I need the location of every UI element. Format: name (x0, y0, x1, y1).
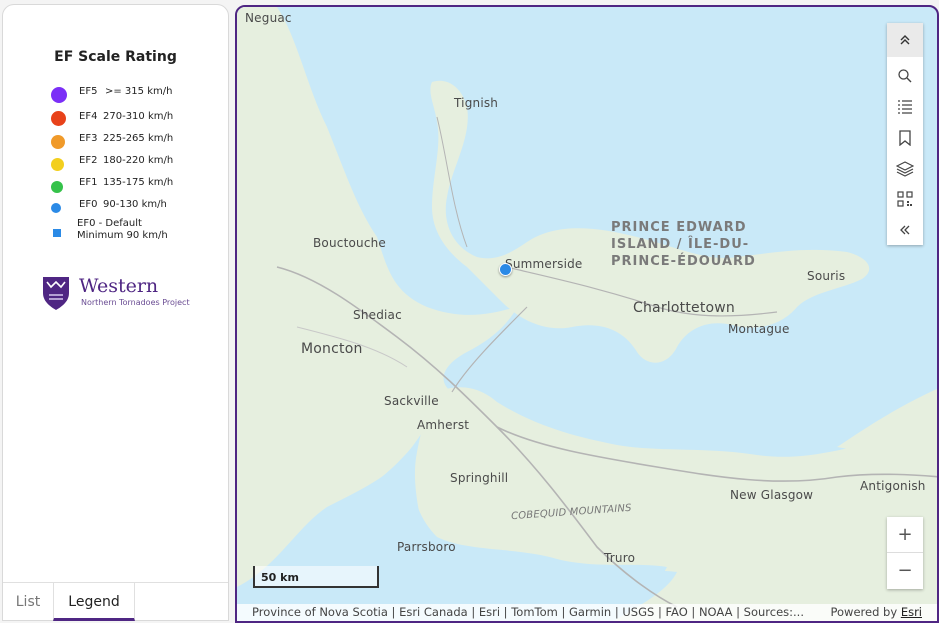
scale-bar: 50 km (253, 566, 379, 588)
legend-rating: EF4 (79, 111, 98, 122)
legend-range: 180-220 km/h (103, 155, 174, 166)
place-label: Neguac (245, 11, 292, 25)
attribution-bar: Province of Nova Scotia | Esri Canada | … (237, 604, 937, 621)
zoom-in-button[interactable]: + (887, 517, 923, 553)
bookmarks-button[interactable] (887, 123, 923, 153)
logo-subtitle: Northern Tornadoes Project (81, 298, 190, 307)
legend-rating: EF1 (79, 177, 98, 188)
place-label: Moncton (301, 341, 363, 357)
place-label: Springhill (450, 471, 509, 485)
ef0-default-symbol-icon (53, 229, 61, 237)
powered-by-label: Powered by (830, 605, 898, 619)
shield-icon (43, 277, 69, 310)
powered-by: Powered by Esri (831, 604, 923, 621)
place-label: Sackville (384, 394, 439, 408)
qr-code-icon (897, 191, 913, 207)
place-label: Parrsboro (397, 540, 456, 554)
legend-rating: EF0 (79, 199, 98, 210)
scale-label: 50 km (261, 571, 299, 584)
collapse-toolbar-button[interactable] (887, 23, 923, 57)
basemap (237, 7, 937, 621)
tab-list[interactable]: List (3, 583, 53, 621)
tornado-marker[interactable] (499, 263, 512, 276)
legend-item-ef4: EF4 270-310 km/h (51, 111, 173, 126)
place-label: Souris (807, 269, 846, 283)
tab-legend[interactable]: Legend (53, 583, 135, 621)
bookmark-icon (899, 130, 911, 146)
legend-range: Minimum 90 km/h (77, 230, 168, 241)
zoom-out-button[interactable]: − (887, 553, 923, 589)
logo-wordmark: Western (79, 275, 159, 297)
legend-rating: EF3 (79, 133, 98, 144)
place-label: Amherst (417, 418, 470, 432)
zoom-control: + − (887, 517, 923, 589)
ef3-symbol-icon (51, 135, 65, 149)
place-label: Charlottetown (633, 300, 736, 316)
western-logo: Western Northern Tornadoes Project (41, 275, 201, 315)
legend-item-ef5: EF5 >= 315 km/h (51, 86, 172, 103)
ef4-symbol-icon (51, 111, 66, 126)
expand-panel-button[interactable] (887, 215, 923, 245)
esri-link[interactable]: Esri (901, 605, 922, 619)
place-label: Bouctouche (313, 236, 387, 250)
place-label: New Glasgow (730, 488, 814, 502)
legend-item-ef0-default: EF0 - Default Minimum 90 km/h (51, 218, 168, 241)
place-label: Antigonish (860, 479, 926, 493)
search-icon (898, 69, 912, 83)
ef1-symbol-icon (51, 181, 63, 193)
legend-rating: EF0 - Default (77, 218, 142, 229)
legend-range: 225-265 km/h (103, 133, 174, 144)
legend-range: 270-310 km/h (103, 111, 174, 122)
region-label: PRINCE-ÉDOUARD (611, 254, 756, 269)
region-label: ISLAND / ÎLE-DU- (611, 237, 750, 252)
ef5-symbol-icon (51, 87, 67, 103)
legend-rating: EF5 (79, 86, 98, 97)
legend-button[interactable] (887, 92, 923, 122)
panel-tabs: List Legend (3, 582, 228, 621)
legend-range: 90-130 km/h (103, 199, 167, 210)
qr-code-button[interactable] (887, 184, 923, 214)
legend-range: >= 315 km/h (105, 86, 173, 97)
ef2-symbol-icon (51, 158, 64, 171)
legend-panel: EF Scale Rating EF5 >= 315 km/h EF4 270-… (2, 4, 229, 621)
layers-button[interactable] (887, 154, 923, 184)
legend-item-ef2: EF2 180-220 km/h (51, 155, 173, 171)
place-label: Montague (728, 322, 790, 336)
place-label: Tignish (454, 96, 499, 110)
legend-item-ef1: EF1 135-175 km/h (51, 177, 173, 193)
layers-icon (896, 161, 914, 177)
list-icon (898, 100, 912, 114)
map-toolbar (887, 23, 923, 245)
legend-title: EF Scale Rating (54, 49, 177, 65)
legend-item-ef3: EF3 225-265 km/h (51, 133, 173, 149)
legend-range: 135-175 km/h (103, 177, 174, 188)
chevrons-up-icon (900, 35, 910, 45)
chevrons-left-icon (900, 225, 910, 235)
search-button[interactable] (887, 61, 923, 91)
map-view[interactable]: Neguac Tignish Bouctouche Summerside PRI… (235, 5, 939, 623)
legend-rating: EF2 (79, 155, 98, 166)
place-label: Truro (604, 551, 636, 565)
legend-item-ef0: EF0 90-130 km/h (51, 199, 167, 213)
place-label: Summerside (505, 257, 583, 271)
attribution-text[interactable]: Province of Nova Scotia | Esri Canada | … (252, 604, 817, 621)
place-label: Shediac (353, 308, 402, 322)
region-label: PRINCE EDWARD (611, 220, 747, 235)
ef0-symbol-icon (51, 203, 61, 213)
